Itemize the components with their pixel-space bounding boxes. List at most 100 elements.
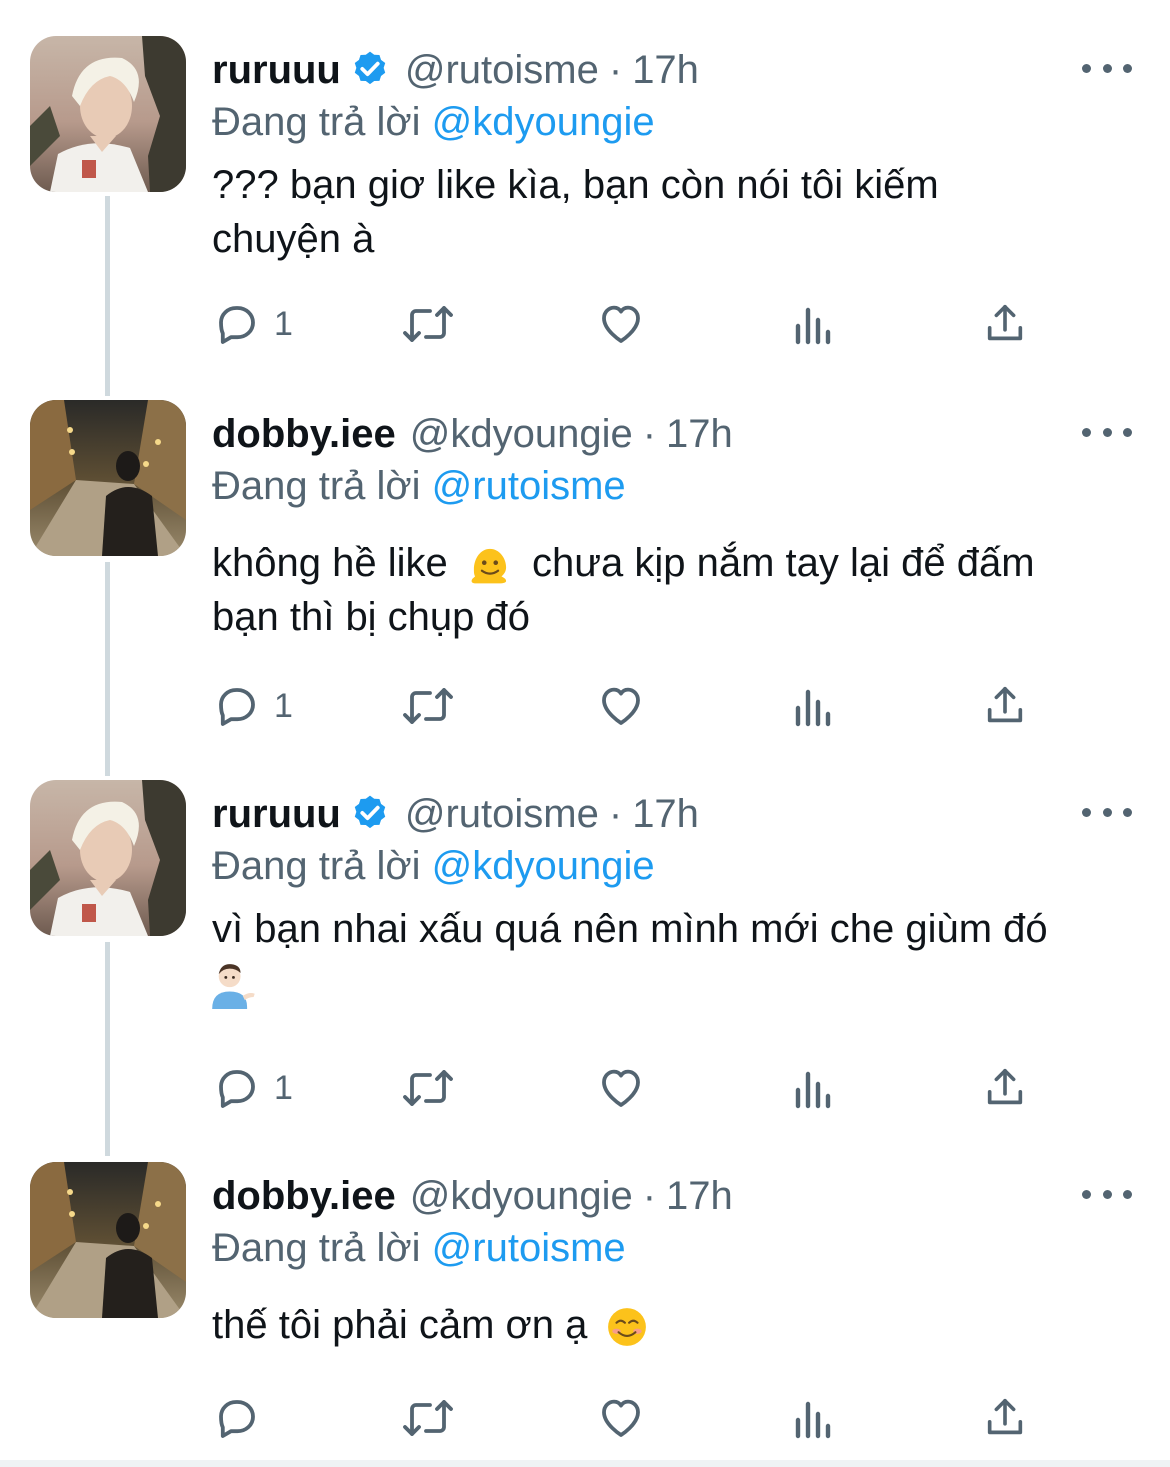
display-name[interactable]: ruruuu [212, 786, 341, 842]
reply-context: Đang trả lời @kdyoungie [212, 838, 655, 894]
tweet-header: ruruuu @rutoisme · 17h [212, 786, 699, 842]
timestamp[interactable]: 17h [666, 1168, 733, 1224]
avatar[interactable] [30, 1162, 186, 1318]
avatar[interactable] [30, 400, 186, 556]
reply-mention-link[interactable]: @rutoisme [432, 1226, 626, 1270]
retweet-button[interactable] [400, 1388, 456, 1448]
share-button[interactable] [982, 294, 1028, 354]
verified-badge-icon [354, 51, 386, 85]
reply-mention-link[interactable]: @rutoisme [432, 464, 626, 508]
like-button[interactable] [596, 676, 646, 736]
tweet-header: dobby.iee @kdyoungie · 17h [212, 406, 733, 462]
views-icon [795, 689, 831, 727]
reply-count: 1 [274, 1068, 293, 1107]
separator-dot: · [642, 412, 657, 456]
views-button[interactable] [792, 1388, 836, 1448]
retweet-icon [403, 1070, 453, 1106]
timestamp[interactable]: 17h [666, 406, 733, 462]
like-icon [602, 687, 640, 725]
display-name[interactable]: ruruuu [212, 42, 341, 98]
separator-dot: · [642, 1174, 657, 1218]
user-handle[interactable]: @kdyoungie [410, 406, 633, 462]
avatar[interactable] [30, 780, 186, 936]
tweet-text-line [212, 956, 1142, 1010]
reply-button[interactable]: 1 [212, 1058, 293, 1118]
user-handle[interactable]: @kdyoungie [410, 1168, 633, 1224]
like-button[interactable] [596, 1388, 646, 1448]
reply-context: Đang trả lời @rutoisme [212, 458, 626, 514]
views-button[interactable] [792, 1058, 836, 1118]
user-handle[interactable]: @rutoisme [405, 42, 599, 98]
tweet-text-segment: thế tôi phải cảm ơn ạ [212, 1303, 588, 1347]
views-button[interactable] [792, 294, 836, 354]
views-icon [795, 307, 831, 345]
more-icon[interactable] [1082, 50, 1132, 86]
retweet-button[interactable] [400, 1058, 456, 1118]
views-icon [795, 1071, 831, 1109]
tweet-text-segment: chưa kịp nắm tay lại để đấm [531, 541, 1035, 585]
reply-prefix: Đang trả lời [212, 100, 421, 144]
reply-context: Đang trả lời @kdyoungie [212, 94, 655, 150]
tweet-text: ??? bạn giơ like kìa, bạn còn nói tôi ki… [212, 158, 1142, 266]
share-icon [987, 686, 1023, 723]
reply-icon [219, 1070, 255, 1108]
avatar[interactable] [30, 36, 186, 192]
tweet[interactable]: dobby.iee @kdyoungie · 17h Đang trả lời … [0, 1162, 1170, 1452]
reply-button[interactable] [212, 1388, 274, 1448]
melting-face-emoji [471, 549, 506, 584]
more-icon[interactable] [1082, 414, 1132, 450]
tweet[interactable]: ruruuu @rutoisme · 17h Đang trả lời @kdy… [0, 36, 1170, 366]
tweet-text-segment: không hề like [212, 541, 448, 585]
reply-mention-link[interactable]: @kdyoungie [432, 100, 655, 144]
share-icon [987, 1068, 1023, 1105]
views-button[interactable] [792, 676, 836, 736]
reply-count: 1 [274, 686, 293, 725]
separator-dot: · [608, 792, 623, 836]
reply-count: 1 [274, 304, 293, 343]
share-icon [987, 1398, 1023, 1435]
display-name[interactable]: dobby.iee [212, 406, 396, 462]
tweet-text-line: không hề like chưa kịp nắm tay lại để đấ… [212, 536, 1142, 590]
retweet-icon [403, 1400, 453, 1436]
tweet[interactable]: dobby.iee @kdyoungie · 17h Đang trả lời … [0, 400, 1170, 740]
reply-icon [219, 306, 255, 344]
tweet[interactable]: ruruuu @rutoisme · 17h Đang trả lời @kdy… [0, 780, 1170, 1120]
tweet-text-line: chuyện à [212, 217, 375, 261]
tweet-header: ruruuu @rutoisme · 17h [212, 42, 699, 98]
action-bar: 1 [212, 294, 1072, 354]
retweet-button[interactable] [400, 294, 456, 354]
tweet-text-line: bạn thì bị chụp đó [212, 595, 531, 639]
action-bar: 1 [212, 676, 1072, 736]
retweet-icon [403, 688, 453, 724]
reply-mention-link[interactable]: @kdyoungie [432, 844, 655, 888]
display-name[interactable]: dobby.iee [212, 1168, 396, 1224]
more-icon[interactable] [1082, 794, 1132, 830]
more-icon[interactable] [1082, 1176, 1132, 1212]
man-tipping-hand-emoji [212, 964, 255, 1010]
reply-prefix: Đang trả lời [212, 1226, 421, 1270]
tweet-text: không hề like chưa kịp nắm tay lại để đấ… [212, 536, 1142, 644]
reply-button[interactable]: 1 [212, 294, 293, 354]
share-button[interactable] [982, 676, 1028, 736]
smiling-face-emoji [608, 1308, 647, 1347]
reply-icon [219, 1400, 255, 1438]
action-bar: 1 [212, 1058, 1072, 1118]
tweet-text: thế tôi phải cảm ơn ạ [212, 1298, 1142, 1352]
tweet-text-line: vì bạn nhai xấu quá nên mình mới che giù… [212, 907, 1048, 951]
separator-dot: · [608, 48, 623, 92]
reply-icon [219, 688, 255, 726]
divider [0, 1460, 1170, 1467]
user-handle[interactable]: @rutoisme [405, 786, 599, 842]
retweet-icon [403, 306, 453, 342]
like-button[interactable] [596, 1058, 646, 1118]
share-button[interactable] [982, 1388, 1028, 1448]
timestamp[interactable]: 17h [632, 786, 699, 842]
reply-button[interactable]: 1 [212, 676, 293, 736]
like-button[interactable] [596, 294, 646, 354]
share-button[interactable] [982, 1058, 1028, 1118]
tweet-text-line: ??? bạn giơ like kìa, bạn còn nói tôi ki… [212, 163, 939, 207]
timestamp[interactable]: 17h [632, 42, 699, 98]
like-icon [602, 305, 640, 343]
retweet-button[interactable] [400, 676, 456, 736]
share-icon [987, 304, 1023, 341]
